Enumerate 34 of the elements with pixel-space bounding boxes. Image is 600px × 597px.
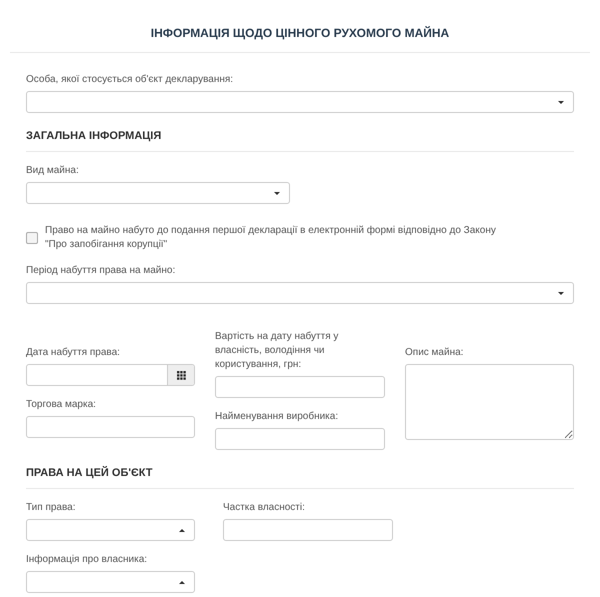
date-field[interactable] [26,364,195,386]
field-label: Вартість на дату набуття у власність, володіння чи користування, грн: [215,330,340,372]
field-label: Опис майна: [405,346,464,360]
caret-icon [274,192,280,195]
section-heading: ЗАГАЛЬНА ІНФОРМАЦІЯ [26,129,162,144]
section-heading: ПРАВА НА ЦЕЙ ОБ'ЄКТ [26,466,154,481]
field-label: Торгова марка: [26,398,97,412]
field-label: Тип права: [26,501,77,515]
checkbox-label: Право на майно набуто до подання першої декларації в електронній формі відповідно до Закону "Про запобігання корупції" [45,224,497,252]
text-field[interactable] [215,428,385,450]
caret-icon [179,581,185,584]
calendar-button[interactable] [167,365,194,385]
text-field[interactable] [223,519,393,541]
caret-icon [558,101,564,104]
select-field[interactable] [26,571,195,593]
caret-icon [179,529,185,532]
field-label: Частка власності: [223,501,306,515]
checkbox[interactable] [26,232,38,244]
select-field[interactable] [26,282,574,304]
caret-icon [558,292,564,295]
field-label: Вид майна: [26,164,80,178]
field-label: Дата набуття права: [26,346,121,360]
field-label: Особа, якої стосується об'єкт декларування: [26,73,234,87]
text-field[interactable] [26,416,195,438]
select-field[interactable] [26,91,574,113]
text-area[interactable] [405,364,574,440]
field-label: Інформація про власника: [26,553,148,567]
select-field[interactable] [26,182,290,204]
text-field[interactable] [215,376,385,398]
field-label: Період набуття права на майно: [26,264,176,278]
field-label: Найменування виробника: [215,410,340,424]
grid-icon [176,370,186,380]
form-title: ІНФОРМАЦІЯ ЩОДО ЦІННОГО РУХОМОГО МАЙНА [150,25,450,42]
select-field[interactable] [26,519,195,541]
